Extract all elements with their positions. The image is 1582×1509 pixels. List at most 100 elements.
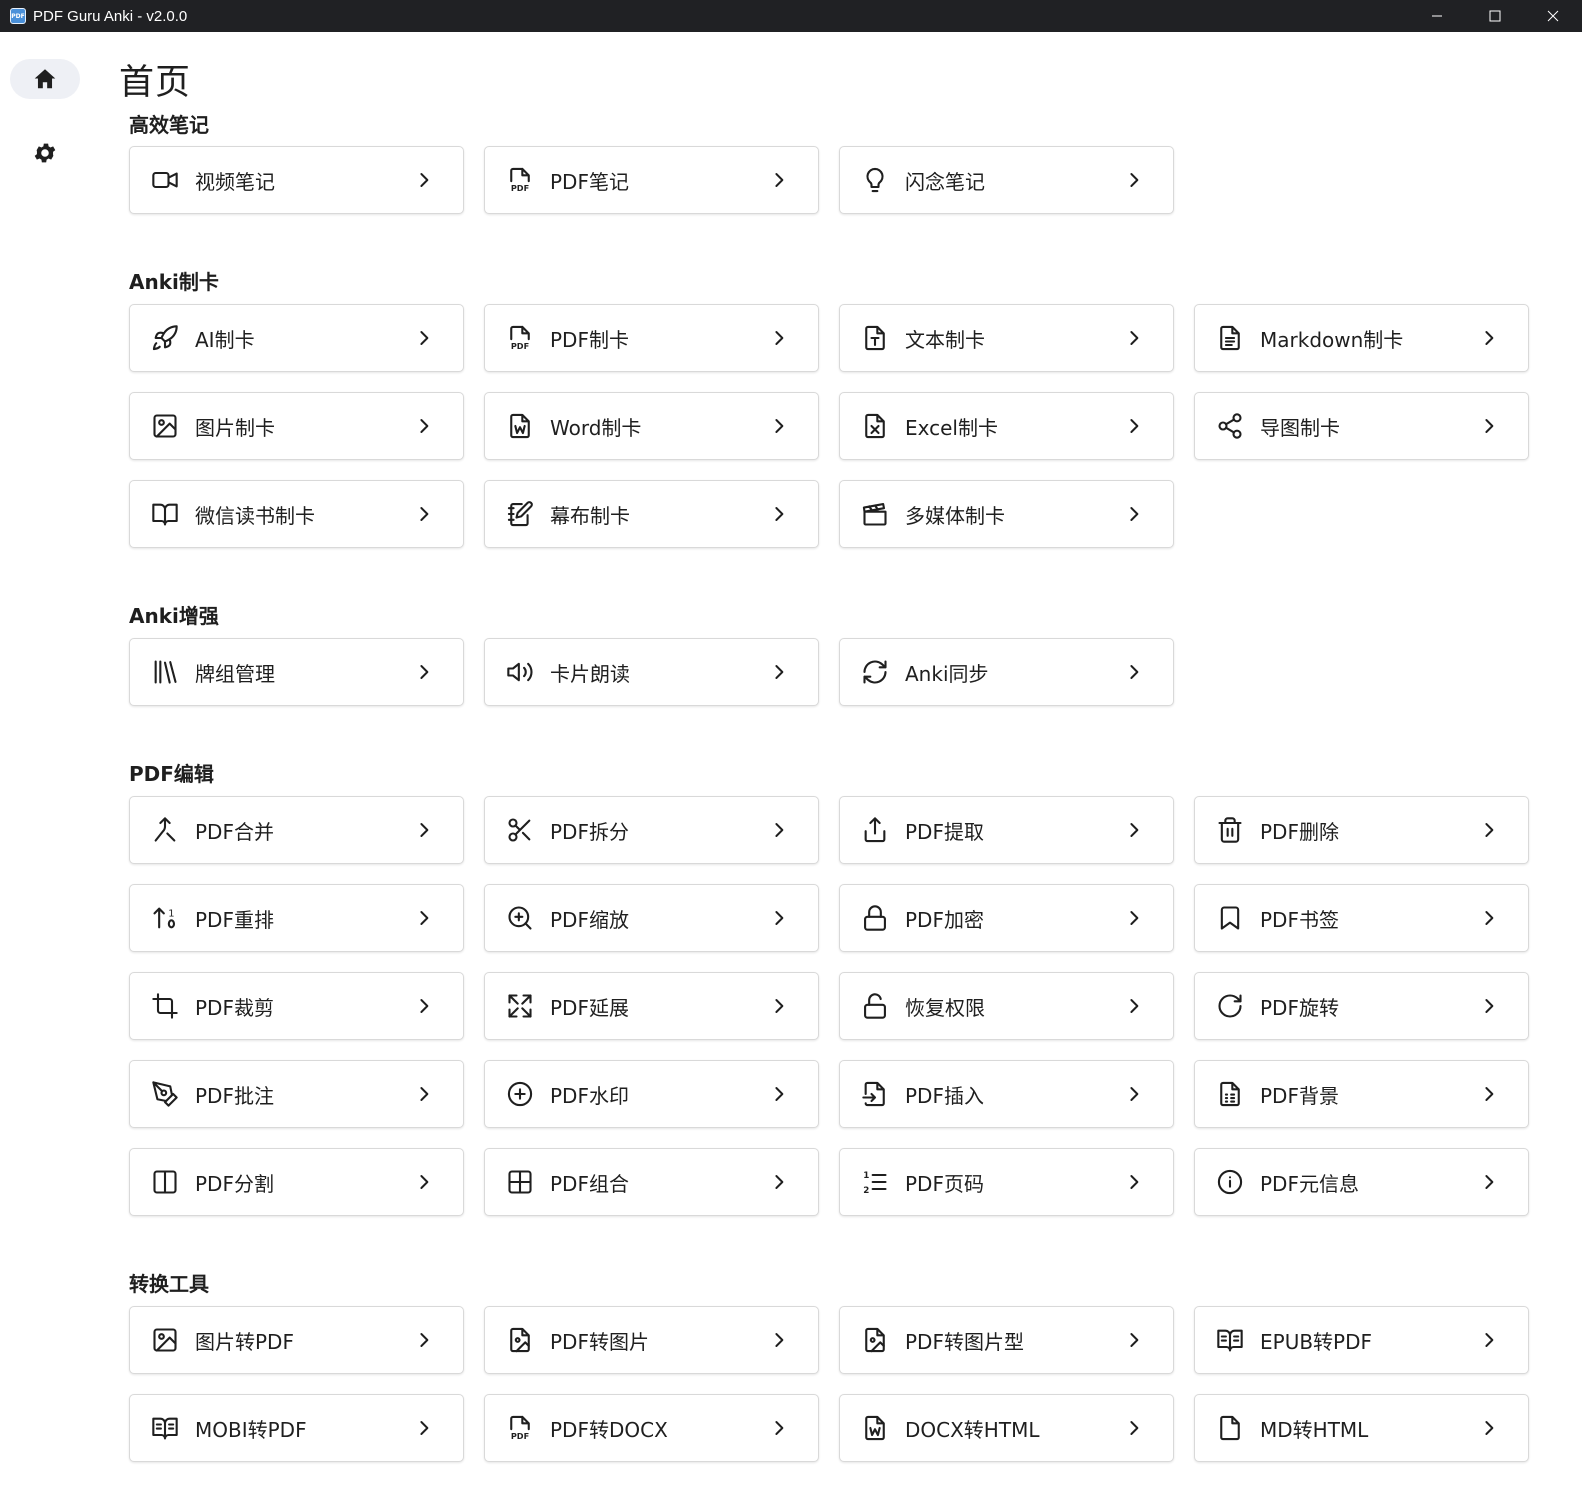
sidebar-item-home[interactable] (10, 59, 80, 99)
columns-icon (151, 1168, 179, 1196)
tool-card-pdf-edit-8[interactable]: PDF裁剪 (129, 972, 464, 1040)
chevron-right-icon (770, 1085, 788, 1103)
chevron-right-icon (1485, 911, 1494, 925)
tool-card-pdf-edit-3[interactable]: PDF删除 (1194, 796, 1529, 864)
chevron-right-icon (1480, 1085, 1498, 1103)
tool-card-label: PDF组合 (550, 1171, 629, 1196)
chevron-right-icon (415, 821, 433, 839)
tool-card-pdf-edit-14[interactable]: PDF插入 (839, 1060, 1174, 1128)
tool-card-label: MD转HTML (1260, 1417, 1369, 1442)
chevron-right-icon (770, 505, 788, 523)
tool-card-enhance-2[interactable]: Anki同步 (839, 638, 1174, 706)
merge-icon (151, 816, 179, 844)
section-title-anki-enhance: Anki增强 (129, 604, 219, 628)
chevron-right-icon (1130, 823, 1139, 837)
tool-card-pdf-edit-4[interactable]: 1 PDF重排 (129, 884, 464, 952)
tool-card-pdf-edit-12[interactable]: PDF批注 (129, 1060, 464, 1128)
tool-card-label: PDF批注 (195, 1083, 274, 1108)
tool-card-pdf-edit-11[interactable]: PDF旋转 (1194, 972, 1529, 1040)
tool-card-cards-7[interactable]: 导图制卡 (1194, 392, 1529, 460)
chevron-right-icon (1130, 331, 1139, 345)
tool-card-pdf-edit-5[interactable]: PDF缩放 (484, 884, 819, 952)
tool-card-notes-0[interactable]: 视频笔记 (129, 146, 464, 214)
chevron-right-icon (420, 1087, 429, 1101)
tool-card-pdf-edit-19[interactable]: PDF元信息 (1194, 1148, 1529, 1216)
info-icon (1216, 1168, 1244, 1196)
tool-card-label: PDF旋转 (1260, 995, 1339, 1020)
tool-card-convert-0[interactable]: 图片转PDF (129, 1306, 464, 1374)
tool-card-label: PDF裁剪 (195, 995, 274, 1020)
tool-card-label: 闪念笔记 (905, 169, 985, 194)
pdf-file-icon: PDF (506, 1414, 534, 1442)
tool-card-label: 恢复权限 (905, 995, 985, 1020)
tool-card-pdf-edit-6[interactable]: PDF加密 (839, 884, 1174, 952)
tool-card-pdf-edit-1[interactable]: PDF拆分 (484, 796, 819, 864)
tool-card-pdf-edit-10[interactable]: 恢复权限 (839, 972, 1174, 1040)
anki-enhance-grid: 牌组管理 卡片朗读 Anki同步 (129, 638, 1529, 706)
tool-card-label: 导图制卡 (1260, 415, 1340, 440)
svg-text:PDF: PDF (511, 183, 529, 193)
tool-card-pdf-edit-16[interactable]: PDF分割 (129, 1148, 464, 1216)
tool-card-pdf-edit-18[interactable]: 1 2 PDF页码 (839, 1148, 1174, 1216)
tool-card-convert-1[interactable]: PDF转图片 (484, 1306, 819, 1374)
chevron-right-icon (1130, 1333, 1139, 1347)
tool-card-convert-6[interactable]: DOCX转HTML (839, 1394, 1174, 1462)
tool-card-cards-4[interactable]: 图片制卡 (129, 392, 464, 460)
tool-card-enhance-0[interactable]: 牌组管理 (129, 638, 464, 706)
convert-grid: 图片转PDF PDF转图片 PDF转图片型 EPUB转PDF MOBI转PDF PDF PD… (129, 1306, 1529, 1462)
tool-card-label: PDF缩放 (550, 907, 629, 932)
tool-card-pdf-edit-0[interactable]: PDF合并 (129, 796, 464, 864)
tool-card-pdf-edit-2[interactable]: PDF提取 (839, 796, 1174, 864)
tool-card-cards-0[interactable]: AI制卡 (129, 304, 464, 372)
rocket-icon (151, 324, 179, 352)
tool-card-label: PDF页码 (905, 1171, 984, 1196)
tool-card-convert-2[interactable]: PDF转图片型 (839, 1306, 1174, 1374)
open-book-text-icon (1216, 1326, 1244, 1354)
chevron-right-icon (775, 419, 784, 433)
tool-card-convert-7[interactable]: MD转HTML (1194, 1394, 1529, 1462)
svg-text:PDF: PDF (511, 1431, 529, 1441)
tool-card-pdf-edit-15[interactable]: PDF背景 (1194, 1060, 1529, 1128)
anki-cards-grid: AI制卡 PDF PDF制卡 文本制卡 Markdown制卡图片制卡 Word制卡 Exce… (129, 304, 1529, 548)
chevron-right-icon (1125, 821, 1143, 839)
tool-card-cards-9[interactable]: 幕布制卡 (484, 480, 819, 548)
tool-card-convert-3[interactable]: EPUB转PDF (1194, 1306, 1529, 1374)
bookmark-icon (1216, 904, 1244, 932)
chevron-right-icon (1480, 1173, 1498, 1191)
tool-card-pdf-edit-7[interactable]: PDF书签 (1194, 884, 1529, 952)
word-file-icon (506, 412, 534, 440)
tool-card-label: PDF提取 (905, 819, 984, 844)
tool-card-pdf-edit-17[interactable]: PDF组合 (484, 1148, 819, 1216)
tool-card-notes-2[interactable]: 闪念笔记 (839, 146, 1174, 214)
chevron-right-icon (770, 821, 788, 839)
tool-card-notes-1[interactable]: PDF PDF笔记 (484, 146, 819, 214)
tool-card-cards-2[interactable]: 文本制卡 (839, 304, 1174, 372)
maximize-button[interactable] (1466, 0, 1524, 32)
chevron-right-icon (770, 663, 788, 681)
scissors-icon (506, 816, 534, 844)
tool-card-cards-8[interactable]: 微信读书制卡 (129, 480, 464, 548)
close-button[interactable] (1524, 0, 1582, 32)
tool-card-label: PDF水印 (550, 1083, 629, 1108)
chevron-right-icon (1485, 1175, 1494, 1189)
chevron-right-icon (1130, 173, 1139, 187)
lock-icon (861, 904, 889, 932)
tool-card-cards-5[interactable]: Word制卡 (484, 392, 819, 460)
tool-card-enhance-1[interactable]: 卡片朗读 (484, 638, 819, 706)
tool-card-convert-4[interactable]: MOBI转PDF (129, 1394, 464, 1462)
tool-card-cards-10[interactable]: 多媒体制卡 (839, 480, 1174, 548)
tool-card-pdf-edit-9[interactable]: PDF延展 (484, 972, 819, 1040)
chevron-right-icon (1480, 329, 1498, 347)
minimize-button[interactable] (1408, 0, 1466, 32)
tool-card-pdf-edit-13[interactable]: PDF水印 (484, 1060, 819, 1128)
tool-card-convert-5[interactable]: PDF PDF转DOCX (484, 1394, 819, 1462)
close-icon (1547, 10, 1559, 22)
tool-card-label: PDF元信息 (1260, 1171, 1359, 1196)
file-image-icon (506, 1326, 534, 1354)
tool-card-cards-1[interactable]: PDF PDF制卡 (484, 304, 819, 372)
sidebar-item-settings[interactable] (10, 133, 80, 173)
chevron-right-icon (770, 997, 788, 1015)
tool-card-cards-6[interactable]: Excel制卡 (839, 392, 1174, 460)
tool-card-cards-3[interactable]: Markdown制卡 (1194, 304, 1529, 372)
open-book-icon (151, 500, 179, 528)
